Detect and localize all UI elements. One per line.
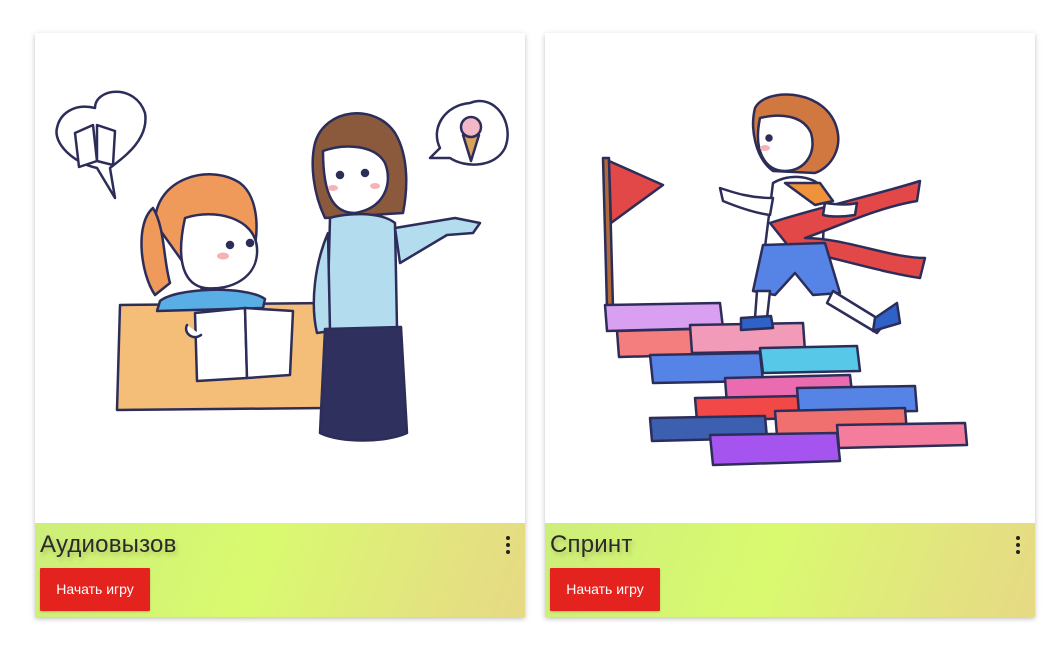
sprint-illustration <box>545 33 1035 523</box>
game-title: Спринт <box>550 531 633 558</box>
card-footer: Спринт Начать игру <box>545 523 1035 617</box>
more-vert-icon[interactable] <box>1011 533 1025 557</box>
more-vert-icon[interactable] <box>501 533 515 557</box>
game-title: Аудиовызов <box>40 531 177 558</box>
game-card-sprint: Спринт Начать игру <box>545 33 1035 617</box>
game-card-audiocall: Аудиовызов Начать игру <box>35 33 525 617</box>
start-game-button[interactable]: Начать игру <box>550 568 660 611</box>
audiocall-illustration <box>35 33 525 523</box>
card-footer: Аудиовызов Начать игру <box>35 523 525 617</box>
start-game-button[interactable]: Начать игру <box>40 568 150 611</box>
